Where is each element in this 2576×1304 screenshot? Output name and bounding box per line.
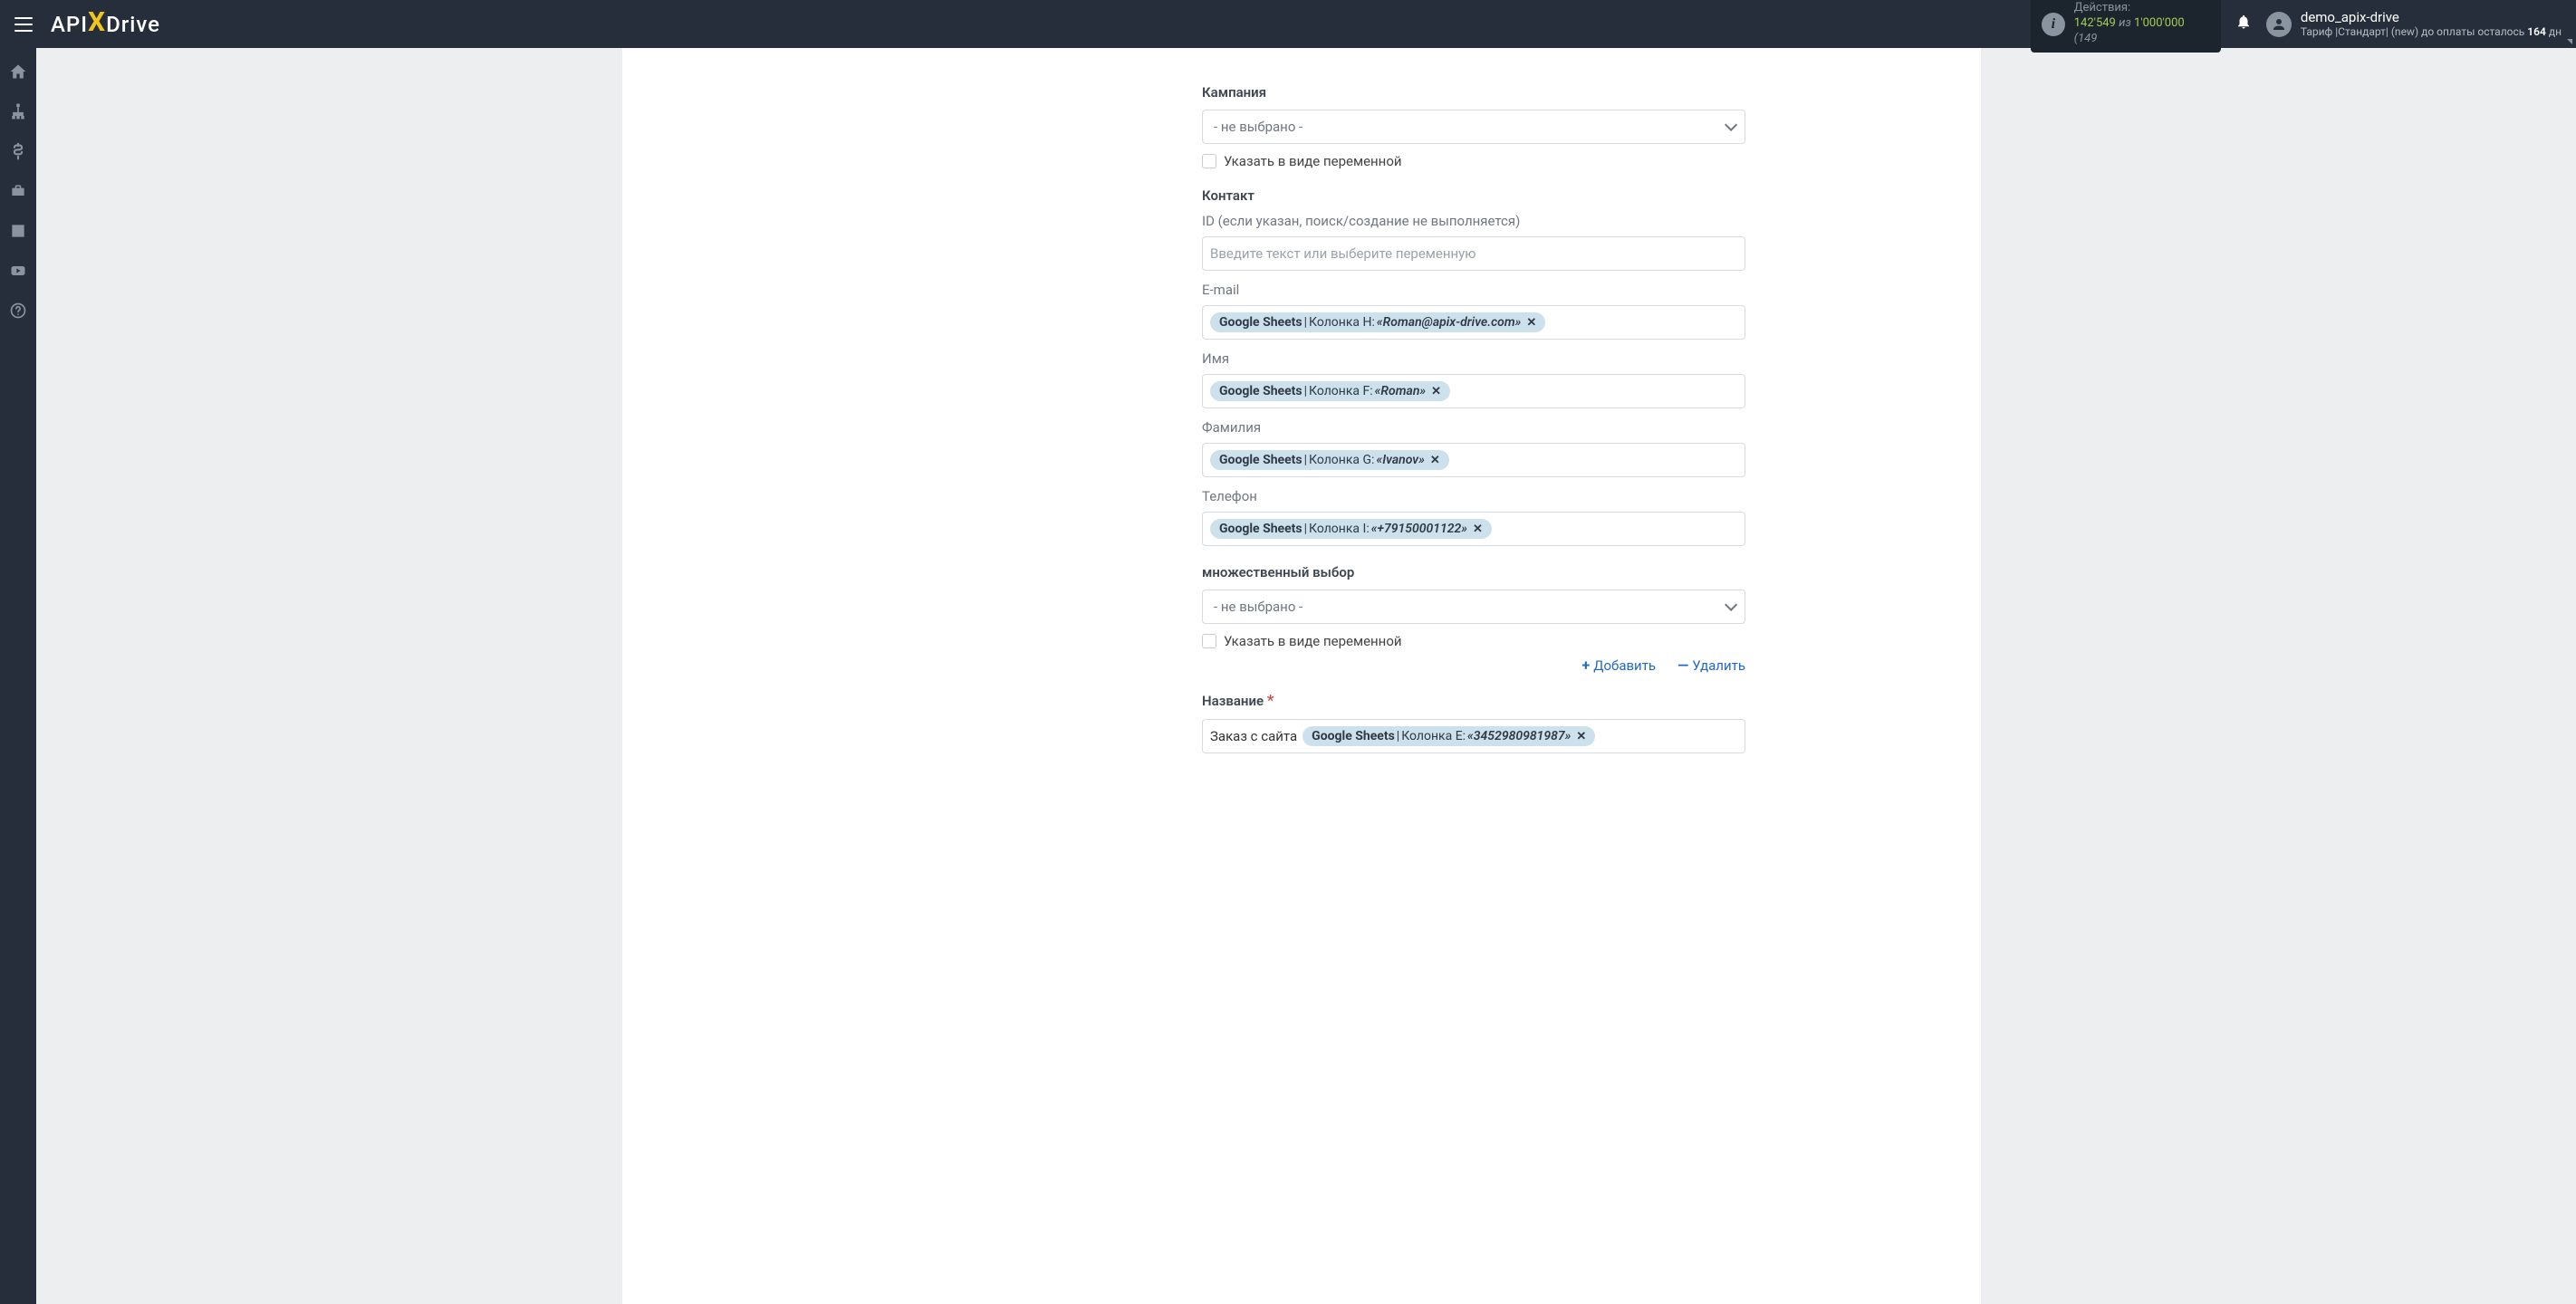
topbar: APIXDrive i Действия: 142'549 из 1'000'0… bbox=[0, 0, 2576, 48]
title-input[interactable]: Заказ с сайта Google Sheets | Колонка E:… bbox=[1202, 719, 1745, 753]
avatar-icon bbox=[2266, 12, 2292, 37]
actions-counter[interactable]: i Действия: 142'549 из 1'000'000 (149 bbox=[2031, 0, 2221, 53]
title-label: Название * bbox=[1202, 692, 1745, 710]
phone-input[interactable]: Google Sheets | Колонка I: «+79150001122… bbox=[1202, 512, 1745, 546]
campaign-select[interactable]: - не выбрано - bbox=[1202, 110, 1745, 144]
nav-billing-icon[interactable] bbox=[9, 142, 27, 160]
plus-icon: + bbox=[1581, 657, 1590, 674]
remove-link[interactable]: —Удалить bbox=[1677, 657, 1745, 674]
left-panel bbox=[622, 48, 966, 1304]
contact-id-input[interactable] bbox=[1202, 236, 1745, 271]
multi-select[interactable]: - не выбрано - bbox=[1202, 590, 1745, 624]
phone-label: Телефон bbox=[1202, 488, 1745, 504]
close-icon[interactable]: ✕ bbox=[1473, 523, 1483, 536]
contact-id-field[interactable] bbox=[1210, 245, 1737, 262]
nav-video-icon[interactable] bbox=[9, 262, 27, 280]
chevron-down-icon bbox=[1725, 599, 1734, 615]
chevron-down-icon bbox=[1725, 119, 1734, 135]
close-icon[interactable]: ✕ bbox=[1430, 454, 1440, 467]
actions-numbers: 142'549 из 1'000'000 (149 bbox=[2074, 16, 2210, 47]
contact-id-label: ID (если указан, поиск/создание не выпол… bbox=[1202, 213, 1745, 229]
close-icon[interactable]: ✕ bbox=[1526, 316, 1536, 330]
nav-home-icon[interactable] bbox=[9, 62, 27, 81]
hamburger-menu[interactable] bbox=[14, 17, 33, 32]
title-tag[interactable]: Google Sheets | Колонка E: «345298098198… bbox=[1302, 726, 1595, 746]
name-label: Имя bbox=[1202, 350, 1745, 367]
campaign-variable-label: Указать в виде переменной bbox=[1224, 153, 1402, 169]
phone-tag[interactable]: Google Sheets | Колонка I: «+79150001122… bbox=[1210, 519, 1492, 539]
chevron-down-icon[interactable] bbox=[2567, 39, 2572, 44]
name-input[interactable]: Google Sheets | Колонка F: «Roman»✕ bbox=[1202, 374, 1745, 408]
required-star-icon: * bbox=[1267, 692, 1274, 710]
campaign-variable-checkbox[interactable] bbox=[1202, 154, 1216, 168]
nav-briefcase-icon[interactable] bbox=[9, 182, 27, 200]
close-icon[interactable]: ✕ bbox=[1576, 730, 1586, 743]
name-tag[interactable]: Google Sheets | Колонка F: «Roman»✕ bbox=[1210, 381, 1450, 401]
multi-variable-label: Указать в виде переменной bbox=[1224, 633, 1402, 649]
user-tariff: Тариф |Стандарт| (new) до оплаты осталос… bbox=[2301, 25, 2562, 38]
minus-icon: — bbox=[1677, 657, 1688, 674]
surname-input[interactable]: Google Sheets | Колонка G: «Ivanov»✕ bbox=[1202, 443, 1745, 477]
user-menu[interactable]: demo_apix-drive Тариф |Стандарт| (new) д… bbox=[2266, 9, 2562, 38]
form-panel: Кампания - не выбрано - Указать в виде п… bbox=[966, 48, 1981, 1304]
email-tag[interactable]: Google Sheets | Колонка H: «Roman@apix-d… bbox=[1210, 312, 1545, 332]
close-icon[interactable]: ✕ bbox=[1431, 385, 1441, 398]
add-link[interactable]: +Добавить bbox=[1581, 657, 1656, 674]
user-name: demo_apix-drive bbox=[2301, 9, 2562, 25]
nav-contacts-icon[interactable] bbox=[9, 222, 27, 240]
surname-tag[interactable]: Google Sheets | Колонка G: «Ivanov»✕ bbox=[1210, 450, 1449, 470]
main-content: Кампания - не выбрано - Указать в виде п… bbox=[36, 48, 2576, 1304]
info-icon: i bbox=[2042, 13, 2065, 36]
email-label: E-mail bbox=[1202, 282, 1745, 298]
nav-sitemap-icon[interactable] bbox=[9, 102, 27, 120]
notifications-icon[interactable] bbox=[2235, 14, 2252, 34]
campaign-label: Кампания bbox=[1202, 84, 1745, 101]
contact-label: Контакт bbox=[1202, 187, 1745, 204]
logo[interactable]: APIXDrive bbox=[51, 8, 160, 40]
multi-variable-checkbox[interactable] bbox=[1202, 634, 1216, 648]
title-prefix: Заказ с сайта bbox=[1210, 728, 1297, 744]
actions-label: Действия: bbox=[2074, 1, 2210, 16]
sidebar bbox=[0, 48, 36, 1304]
multi-label: множественный выбор bbox=[1202, 564, 1745, 580]
nav-help-icon[interactable] bbox=[9, 302, 27, 320]
email-input[interactable]: Google Sheets | Колонка H: «Roman@apix-d… bbox=[1202, 305, 1745, 340]
surname-label: Фамилия bbox=[1202, 419, 1745, 436]
